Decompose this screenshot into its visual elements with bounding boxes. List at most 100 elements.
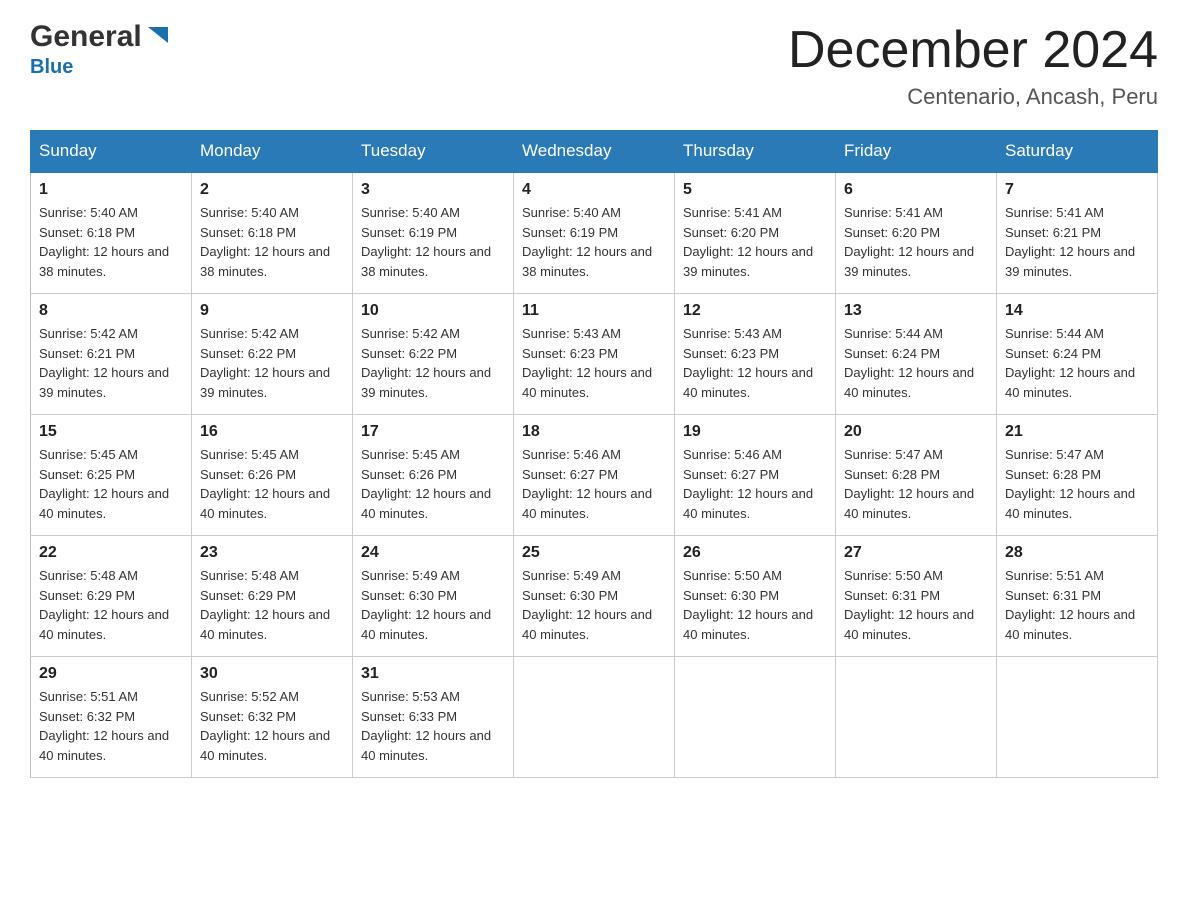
header-wednesday: Wednesday bbox=[514, 131, 675, 173]
sun-info: Sunrise: 5:49 AMSunset: 6:30 PMDaylight:… bbox=[522, 568, 652, 642]
calendar-cell: 20 Sunrise: 5:47 AMSunset: 6:28 PMDaylig… bbox=[836, 415, 997, 536]
logo-blue: Blue bbox=[30, 56, 172, 79]
calendar-cell: 22 Sunrise: 5:48 AMSunset: 6:29 PMDaylig… bbox=[31, 536, 192, 657]
month-title: December 2024 bbox=[788, 20, 1158, 80]
calendar-cell: 25 Sunrise: 5:49 AMSunset: 6:30 PMDaylig… bbox=[514, 536, 675, 657]
calendar-cell: 19 Sunrise: 5:46 AMSunset: 6:27 PMDaylig… bbox=[675, 415, 836, 536]
sun-info: Sunrise: 5:49 AMSunset: 6:30 PMDaylight:… bbox=[361, 568, 491, 642]
calendar-cell: 18 Sunrise: 5:46 AMSunset: 6:27 PMDaylig… bbox=[514, 415, 675, 536]
sun-info: Sunrise: 5:52 AMSunset: 6:32 PMDaylight:… bbox=[200, 689, 330, 763]
sun-info: Sunrise: 5:40 AMSunset: 6:18 PMDaylight:… bbox=[200, 205, 330, 279]
sun-info: Sunrise: 5:53 AMSunset: 6:33 PMDaylight:… bbox=[361, 689, 491, 763]
calendar-cell bbox=[836, 657, 997, 778]
sun-info: Sunrise: 5:48 AMSunset: 6:29 PMDaylight:… bbox=[200, 568, 330, 642]
day-number: 17 bbox=[361, 423, 505, 441]
day-number: 21 bbox=[1005, 423, 1149, 441]
sun-info: Sunrise: 5:51 AMSunset: 6:31 PMDaylight:… bbox=[1005, 568, 1135, 642]
day-number: 23 bbox=[200, 544, 344, 562]
calendar-week-row: 29 Sunrise: 5:51 AMSunset: 6:32 PMDaylig… bbox=[31, 657, 1158, 778]
calendar-cell: 21 Sunrise: 5:47 AMSunset: 6:28 PMDaylig… bbox=[997, 415, 1158, 536]
calendar-cell: 30 Sunrise: 5:52 AMSunset: 6:32 PMDaylig… bbox=[192, 657, 353, 778]
sun-info: Sunrise: 5:42 AMSunset: 6:22 PMDaylight:… bbox=[200, 326, 330, 400]
day-number: 1 bbox=[39, 181, 183, 199]
sun-info: Sunrise: 5:50 AMSunset: 6:31 PMDaylight:… bbox=[844, 568, 974, 642]
calendar-cell: 26 Sunrise: 5:50 AMSunset: 6:30 PMDaylig… bbox=[675, 536, 836, 657]
day-number: 9 bbox=[200, 302, 344, 320]
sun-info: Sunrise: 5:42 AMSunset: 6:22 PMDaylight:… bbox=[361, 326, 491, 400]
day-number: 20 bbox=[844, 423, 988, 441]
calendar-cell: 28 Sunrise: 5:51 AMSunset: 6:31 PMDaylig… bbox=[997, 536, 1158, 657]
sun-info: Sunrise: 5:47 AMSunset: 6:28 PMDaylight:… bbox=[1005, 447, 1135, 521]
day-number: 7 bbox=[1005, 181, 1149, 199]
day-number: 27 bbox=[844, 544, 988, 562]
title-block: December 2024 Centenario, Ancash, Peru bbox=[788, 20, 1158, 110]
header-thursday: Thursday bbox=[675, 131, 836, 173]
calendar-cell: 17 Sunrise: 5:45 AMSunset: 6:26 PMDaylig… bbox=[353, 415, 514, 536]
sun-info: Sunrise: 5:44 AMSunset: 6:24 PMDaylight:… bbox=[1005, 326, 1135, 400]
calendar-cell: 3 Sunrise: 5:40 AMSunset: 6:19 PMDayligh… bbox=[353, 172, 514, 294]
calendar-cell: 14 Sunrise: 5:44 AMSunset: 6:24 PMDaylig… bbox=[997, 294, 1158, 415]
day-number: 4 bbox=[522, 181, 666, 199]
calendar-cell: 13 Sunrise: 5:44 AMSunset: 6:24 PMDaylig… bbox=[836, 294, 997, 415]
sun-info: Sunrise: 5:41 AMSunset: 6:21 PMDaylight:… bbox=[1005, 205, 1135, 279]
day-number: 26 bbox=[683, 544, 827, 562]
logo-triangle-icon bbox=[144, 21, 172, 49]
calendar-week-row: 15 Sunrise: 5:45 AMSunset: 6:25 PMDaylig… bbox=[31, 415, 1158, 536]
calendar-cell: 10 Sunrise: 5:42 AMSunset: 6:22 PMDaylig… bbox=[353, 294, 514, 415]
sun-info: Sunrise: 5:50 AMSunset: 6:30 PMDaylight:… bbox=[683, 568, 813, 642]
sun-info: Sunrise: 5:40 AMSunset: 6:18 PMDaylight:… bbox=[39, 205, 169, 279]
day-number: 16 bbox=[200, 423, 344, 441]
calendar-cell: 15 Sunrise: 5:45 AMSunset: 6:25 PMDaylig… bbox=[31, 415, 192, 536]
location-title: Centenario, Ancash, Peru bbox=[788, 84, 1158, 110]
day-number: 11 bbox=[522, 302, 666, 320]
calendar-cell: 6 Sunrise: 5:41 AMSunset: 6:20 PMDayligh… bbox=[836, 172, 997, 294]
calendar-cell: 7 Sunrise: 5:41 AMSunset: 6:21 PMDayligh… bbox=[997, 172, 1158, 294]
calendar-cell: 9 Sunrise: 5:42 AMSunset: 6:22 PMDayligh… bbox=[192, 294, 353, 415]
calendar-cell: 2 Sunrise: 5:40 AMSunset: 6:18 PMDayligh… bbox=[192, 172, 353, 294]
day-number: 8 bbox=[39, 302, 183, 320]
sun-info: Sunrise: 5:43 AMSunset: 6:23 PMDaylight:… bbox=[683, 326, 813, 400]
sun-info: Sunrise: 5:51 AMSunset: 6:32 PMDaylight:… bbox=[39, 689, 169, 763]
calendar-cell: 5 Sunrise: 5:41 AMSunset: 6:20 PMDayligh… bbox=[675, 172, 836, 294]
calendar-cell: 1 Sunrise: 5:40 AMSunset: 6:18 PMDayligh… bbox=[31, 172, 192, 294]
day-number: 31 bbox=[361, 665, 505, 683]
day-number: 13 bbox=[844, 302, 988, 320]
calendar-cell: 31 Sunrise: 5:53 AMSunset: 6:33 PMDaylig… bbox=[353, 657, 514, 778]
sun-info: Sunrise: 5:46 AMSunset: 6:27 PMDaylight:… bbox=[683, 447, 813, 521]
day-number: 3 bbox=[361, 181, 505, 199]
calendar-week-row: 8 Sunrise: 5:42 AMSunset: 6:21 PMDayligh… bbox=[31, 294, 1158, 415]
sun-info: Sunrise: 5:43 AMSunset: 6:23 PMDaylight:… bbox=[522, 326, 652, 400]
sun-info: Sunrise: 5:47 AMSunset: 6:28 PMDaylight:… bbox=[844, 447, 974, 521]
calendar-cell bbox=[514, 657, 675, 778]
header-sunday: Sunday bbox=[31, 131, 192, 173]
day-number: 10 bbox=[361, 302, 505, 320]
day-number: 28 bbox=[1005, 544, 1149, 562]
logo-text-block: General Blue bbox=[30, 20, 172, 79]
calendar-cell: 27 Sunrise: 5:50 AMSunset: 6:31 PMDaylig… bbox=[836, 536, 997, 657]
sun-info: Sunrise: 5:41 AMSunset: 6:20 PMDaylight:… bbox=[844, 205, 974, 279]
sun-info: Sunrise: 5:40 AMSunset: 6:19 PMDaylight:… bbox=[522, 205, 652, 279]
sun-info: Sunrise: 5:45 AMSunset: 6:26 PMDaylight:… bbox=[200, 447, 330, 521]
day-number: 18 bbox=[522, 423, 666, 441]
day-number: 15 bbox=[39, 423, 183, 441]
header-saturday: Saturday bbox=[997, 131, 1158, 173]
calendar-cell: 16 Sunrise: 5:45 AMSunset: 6:26 PMDaylig… bbox=[192, 415, 353, 536]
calendar-cell: 8 Sunrise: 5:42 AMSunset: 6:21 PMDayligh… bbox=[31, 294, 192, 415]
sun-info: Sunrise: 5:44 AMSunset: 6:24 PMDaylight:… bbox=[844, 326, 974, 400]
day-number: 24 bbox=[361, 544, 505, 562]
day-number: 29 bbox=[39, 665, 183, 683]
calendar-cell: 11 Sunrise: 5:43 AMSunset: 6:23 PMDaylig… bbox=[514, 294, 675, 415]
sun-info: Sunrise: 5:45 AMSunset: 6:26 PMDaylight:… bbox=[361, 447, 491, 521]
day-number: 5 bbox=[683, 181, 827, 199]
day-number: 30 bbox=[200, 665, 344, 683]
calendar-cell: 24 Sunrise: 5:49 AMSunset: 6:30 PMDaylig… bbox=[353, 536, 514, 657]
calendar-cell: 4 Sunrise: 5:40 AMSunset: 6:19 PMDayligh… bbox=[514, 172, 675, 294]
header-monday: Monday bbox=[192, 131, 353, 173]
header-tuesday: Tuesday bbox=[353, 131, 514, 173]
logo: General Blue bbox=[30, 20, 172, 79]
logo-general: General bbox=[30, 20, 142, 54]
day-number: 12 bbox=[683, 302, 827, 320]
calendar-week-row: 22 Sunrise: 5:48 AMSunset: 6:29 PMDaylig… bbox=[31, 536, 1158, 657]
calendar-cell: 12 Sunrise: 5:43 AMSunset: 6:23 PMDaylig… bbox=[675, 294, 836, 415]
sun-info: Sunrise: 5:41 AMSunset: 6:20 PMDaylight:… bbox=[683, 205, 813, 279]
